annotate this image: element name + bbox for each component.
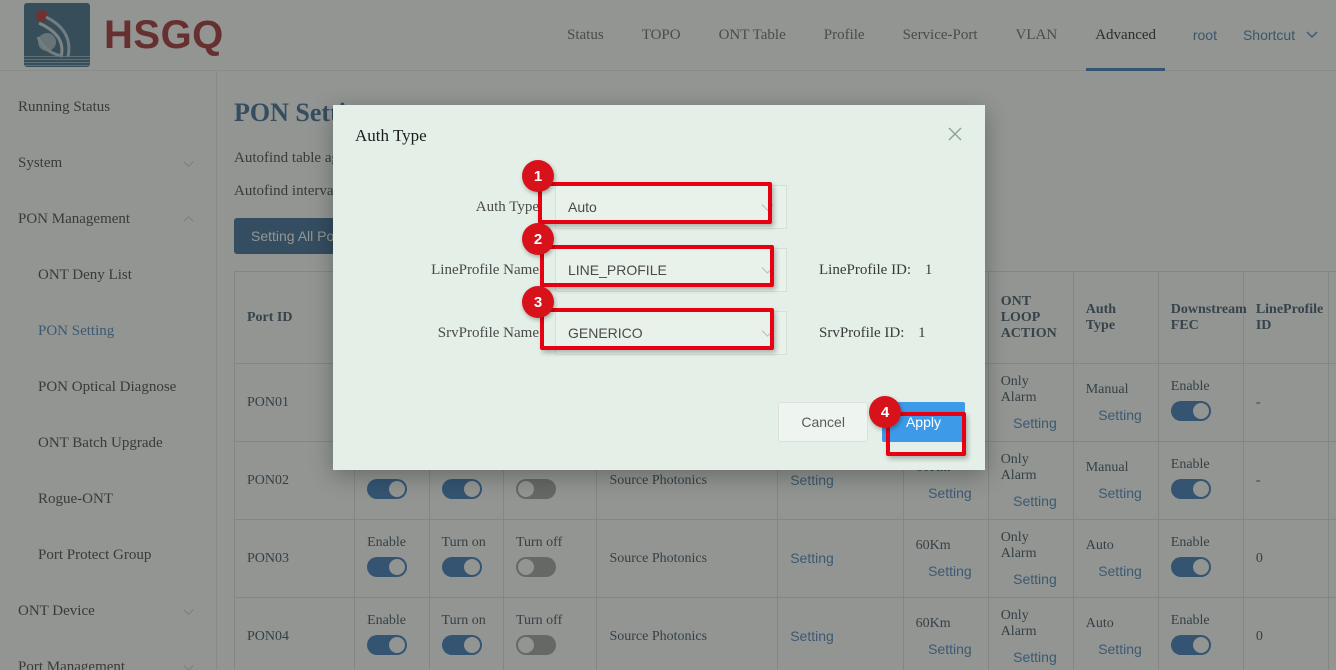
lineprofile-id-label: LineProfile ID:	[819, 262, 911, 278]
annotation-badge-4: 4	[869, 396, 901, 428]
chevron-down-icon	[761, 262, 774, 278]
annotation-badge-2: 2	[522, 223, 554, 255]
srvprofile-name-select[interactable]: GENERICO	[555, 311, 787, 355]
auth-type-select-value: Auto	[568, 199, 597, 215]
screen: HSGQ Status TOPO ONT Table Profile Servi…	[0, 0, 1336, 670]
auth-type-select[interactable]: Auto	[555, 185, 787, 229]
cancel-button[interactable]: Cancel	[778, 402, 868, 442]
field-row-lineprofile-name: LineProfile Name LINE_PROFILE LineProfil…	[333, 248, 985, 292]
chevron-down-icon	[761, 199, 774, 215]
dialog-title: Auth Type	[355, 126, 427, 146]
annotation-badge-1: 1	[522, 160, 554, 192]
srvprofile-id-value: 1	[918, 325, 926, 341]
lineprofile-id-note: LineProfile ID: 1	[819, 262, 932, 279]
lineprofile-name-field-label: LineProfile Name	[333, 262, 555, 279]
lineprofile-name-select[interactable]: LINE_PROFILE	[555, 248, 787, 292]
close-icon[interactable]	[945, 124, 967, 146]
field-row-auth-type: Auth Type Auto	[333, 185, 985, 229]
chevron-down-icon	[761, 325, 774, 341]
srvprofile-id-note: SrvProfile ID: 1	[819, 325, 926, 342]
auth-type-field-label: Auth Type	[333, 199, 555, 216]
lineprofile-name-select-value: LINE_PROFILE	[568, 262, 667, 278]
field-row-srvprofile-name: SrvProfile Name GENERICO SrvProfile ID: …	[333, 311, 985, 355]
srvprofile-name-field-label: SrvProfile Name	[333, 325, 555, 342]
annotation-badge-3: 3	[522, 286, 554, 318]
srvprofile-id-label: SrvProfile ID:	[819, 325, 904, 341]
lineprofile-id-value: 1	[925, 262, 933, 278]
srvprofile-name-select-value: GENERICO	[568, 325, 643, 341]
